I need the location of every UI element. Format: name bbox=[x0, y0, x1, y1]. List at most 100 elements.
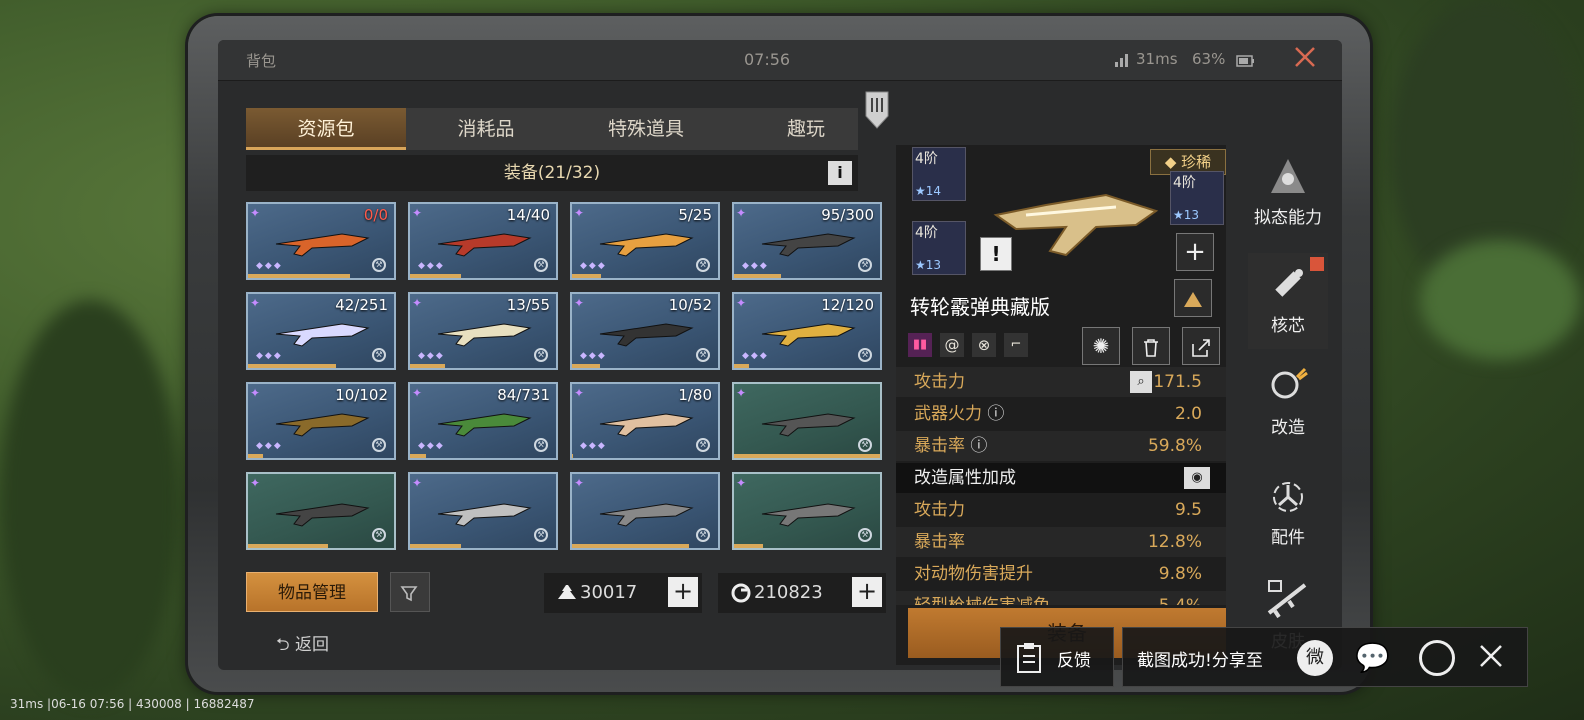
add-coin-button[interactable]: + bbox=[852, 577, 882, 607]
rarity-dots: ◆◆◆ bbox=[256, 441, 283, 451]
category-tabs: 资源包 消耗品 特殊道具 趣玩 bbox=[246, 108, 858, 150]
stat-row: 攻击力 ⌕ 171.5 bbox=[896, 367, 1226, 397]
tab-fun[interactable]: 趣玩 bbox=[726, 108, 886, 150]
progress-bar bbox=[410, 274, 462, 278]
weapon-class-icon: ✦ bbox=[250, 476, 261, 490]
rarity-dots: ◆◆◆ bbox=[742, 351, 769, 361]
wechat-icon[interactable]: 💬 bbox=[1355, 640, 1395, 676]
weapon-thumbnail bbox=[275, 233, 370, 257]
inventory-slot[interactable]: ✦ 10/102 ◆◆◆ ⚒ bbox=[246, 382, 396, 460]
tool-icon: ⚒ bbox=[858, 258, 872, 272]
inventory-slot[interactable]: ✦ 13/55 ◆◆◆ ⚒ bbox=[408, 292, 558, 370]
sidebar-item-core[interactable]: 核芯 bbox=[1248, 253, 1328, 349]
progress-bar bbox=[734, 274, 781, 278]
part-tier: 4阶 bbox=[915, 151, 938, 167]
coin-amount: 210823 bbox=[754, 582, 823, 603]
tab-special-items[interactable]: 特殊道具 bbox=[566, 108, 726, 150]
inventory-slot[interactable]: ✦ 42/251 ◆◆◆ ⚒ bbox=[246, 292, 396, 370]
mod-stat-row: 暴击率 12.8% bbox=[896, 527, 1226, 557]
mod-stat-row: 攻击力 9.5 bbox=[914, 500, 1202, 520]
weapon-detail-panel: 4阶 ★14 4阶 ★13 ! ◆ 珍稀 4阶 ★13 + 转轮霰弹典藏版 ▮▮… bbox=[896, 145, 1226, 665]
mod-section-header: 改造属性加成 ◉ bbox=[896, 463, 1226, 493]
sidebar-item-attachments[interactable]: 配件 bbox=[1248, 473, 1328, 548]
rarity-dots: ◆◆◆ bbox=[418, 441, 445, 451]
weibo-icon[interactable]: 微 bbox=[1297, 640, 1333, 676]
upgrade-icon[interactable] bbox=[1174, 279, 1212, 317]
rarity-dots: ◆◆◆ bbox=[256, 261, 283, 271]
close-toast-icon[interactable] bbox=[1477, 642, 1505, 674]
inventory-slot[interactable]: ✦ 0/0 ◆◆◆ ⚒ bbox=[246, 202, 396, 280]
back-button[interactable]: ⮌ 返回 bbox=[276, 630, 329, 661]
coin-icon bbox=[730, 573, 752, 628]
inventory-slot[interactable]: ✦ 84/731 ◆◆◆ ⚒ bbox=[408, 382, 558, 460]
magnify-icon[interactable]: ⌕ bbox=[1130, 371, 1152, 393]
item-management-button[interactable]: 物品管理 bbox=[246, 572, 378, 612]
right-sidebar: 拟态能力 核芯 改造 配件 皮肤 bbox=[1248, 145, 1328, 670]
smg-icon: ⌐ bbox=[1004, 333, 1028, 357]
part-stars: ★13 bbox=[915, 258, 942, 272]
progress-bar bbox=[410, 364, 446, 368]
weapon-thumbnail bbox=[437, 323, 532, 347]
trash-icon[interactable] bbox=[1132, 327, 1170, 365]
screenshot-share-toast: 截图成功!分享至 微 💬 bbox=[1122, 627, 1528, 687]
clock: 07:56 bbox=[744, 50, 791, 69]
close-icon[interactable] bbox=[1292, 44, 1318, 74]
window-title: 背包 bbox=[246, 52, 277, 70]
eye-icon[interactable]: ◉ bbox=[1184, 467, 1210, 489]
inventory-slot[interactable]: ✦ 12/120 ◆◆◆ ⚒ bbox=[732, 292, 882, 370]
feedback-button[interactable]: 反馈 bbox=[1000, 627, 1114, 687]
inventory-slot[interactable]: ✦ 1/80 ◆◆◆ ⚒ bbox=[570, 382, 720, 460]
part-slot-2[interactable]: 4阶 ★13 bbox=[912, 221, 966, 275]
equipment-count: 装备(21/32) bbox=[503, 163, 601, 183]
inventory-slot[interactable]: ✦ 10/52 ◆◆◆ ⚒ bbox=[570, 292, 720, 370]
inventory-slot[interactable]: ✦ ⚒ bbox=[732, 382, 882, 460]
inventory-slot[interactable]: ✦ ⚒ bbox=[732, 472, 882, 550]
tab-resource-pack[interactable]: 资源包 bbox=[246, 108, 406, 150]
weapon-thumbnail bbox=[437, 233, 532, 257]
tool-icon: ⚒ bbox=[858, 528, 872, 542]
filter-icon[interactable] bbox=[390, 572, 430, 612]
tool-icon: ⚒ bbox=[858, 348, 872, 362]
rarity-dots: ◆◆◆ bbox=[418, 351, 445, 361]
inventory-slot[interactable]: ✦ ⚒ bbox=[246, 472, 396, 550]
battery-icon bbox=[1236, 53, 1256, 71]
weapon-thumbnail bbox=[761, 503, 856, 527]
sidebar-item-mimicry[interactable]: 拟态能力 bbox=[1248, 153, 1328, 228]
info-circle-icon: ⓘ bbox=[987, 404, 1005, 424]
inventory-slot[interactable]: ✦ 14/40 ◆◆◆ ⚒ bbox=[408, 202, 558, 280]
item-count: 0/0 bbox=[363, 206, 388, 224]
weapon-class-icon: ✦ bbox=[736, 476, 747, 490]
rarity-dots: ◆◆◆ bbox=[418, 261, 445, 271]
weapon-thumbnail bbox=[761, 233, 856, 257]
inventory-slot[interactable]: ✦ 5/25 ◆◆◆ ⚒ bbox=[570, 202, 720, 280]
mod-stat-row: 轻型枪械伤害减免5.4% bbox=[896, 591, 1226, 605]
weapon-class-icon: ✦ bbox=[250, 206, 261, 220]
part-slot-1[interactable]: 4阶 ★14 bbox=[912, 147, 966, 201]
inventory-slot[interactable]: ✦ ⚒ bbox=[408, 472, 558, 550]
weapon-thumbnail bbox=[275, 503, 370, 527]
gold-amount: 30017 bbox=[580, 582, 638, 603]
item-count: 10/102 bbox=[335, 386, 388, 404]
progress-bar bbox=[572, 544, 689, 548]
stat-row: 武器火力 ⓘ 2.0 bbox=[914, 404, 1202, 424]
progress-bar bbox=[410, 454, 427, 458]
part-stars: ★14 bbox=[915, 184, 942, 198]
tool-icon: ⚒ bbox=[696, 348, 710, 362]
tool-icon: ⚒ bbox=[372, 348, 386, 362]
settings-gear-icon[interactable]: ✺ bbox=[1082, 327, 1120, 365]
tab-consumables[interactable]: 消耗品 bbox=[406, 108, 566, 150]
part-slot-3[interactable]: 4阶 ★13 bbox=[1170, 171, 1224, 225]
sidebar-item-modify[interactable]: 改造 bbox=[1248, 363, 1328, 438]
share-icon[interactable] bbox=[1182, 327, 1220, 365]
inventory-slot[interactable]: ✦ ⚒ bbox=[570, 472, 720, 550]
add-gold-button[interactable]: + bbox=[668, 577, 698, 607]
weapon-thumbnail bbox=[437, 503, 532, 527]
moments-icon[interactable] bbox=[1419, 640, 1455, 676]
currency-coin-display: 210823 + bbox=[718, 573, 886, 613]
info-icon[interactable]: i bbox=[828, 161, 852, 185]
inventory-slot[interactable]: ✦ 95/300 ◆◆◆ ⚒ bbox=[732, 202, 882, 280]
add-part-button[interactable]: + bbox=[1176, 233, 1214, 271]
weapon-thumbnail bbox=[599, 323, 694, 347]
part-tier: 4阶 bbox=[1173, 175, 1196, 191]
background-foliage bbox=[1420, 240, 1580, 360]
